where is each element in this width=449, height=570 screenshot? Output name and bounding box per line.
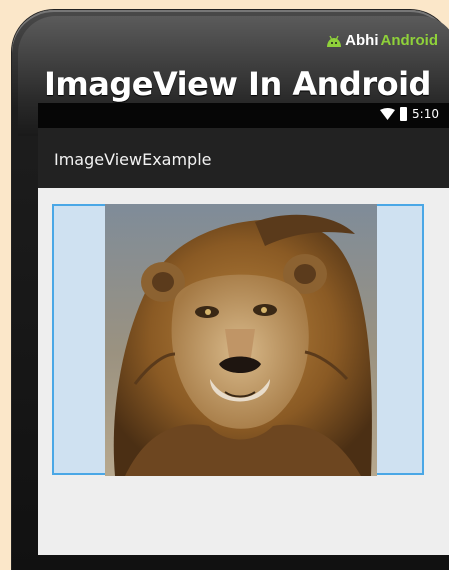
page-headline: ImageView In Android <box>44 65 431 103</box>
lion-image <box>105 204 377 476</box>
device-screen: 5:10 ImageViewExample <box>38 103 449 555</box>
app-title: ImageViewExample <box>54 150 212 169</box>
android-icon <box>327 35 342 47</box>
wifi-icon <box>380 108 396 120</box>
action-bar: ImageViewExample <box>38 128 449 188</box>
brand-name-part2: Android <box>380 32 439 49</box>
battery-icon <box>400 107 408 121</box>
status-time: 5:10 <box>412 107 439 121</box>
imageview-frame[interactable] <box>52 204 424 476</box>
brand-logo: Abhi Android <box>325 32 438 49</box>
brand-name-part1: Abhi <box>345 32 379 49</box>
status-icons: 5:10 <box>380 107 439 121</box>
status-bar: 5:10 <box>38 103 449 128</box>
